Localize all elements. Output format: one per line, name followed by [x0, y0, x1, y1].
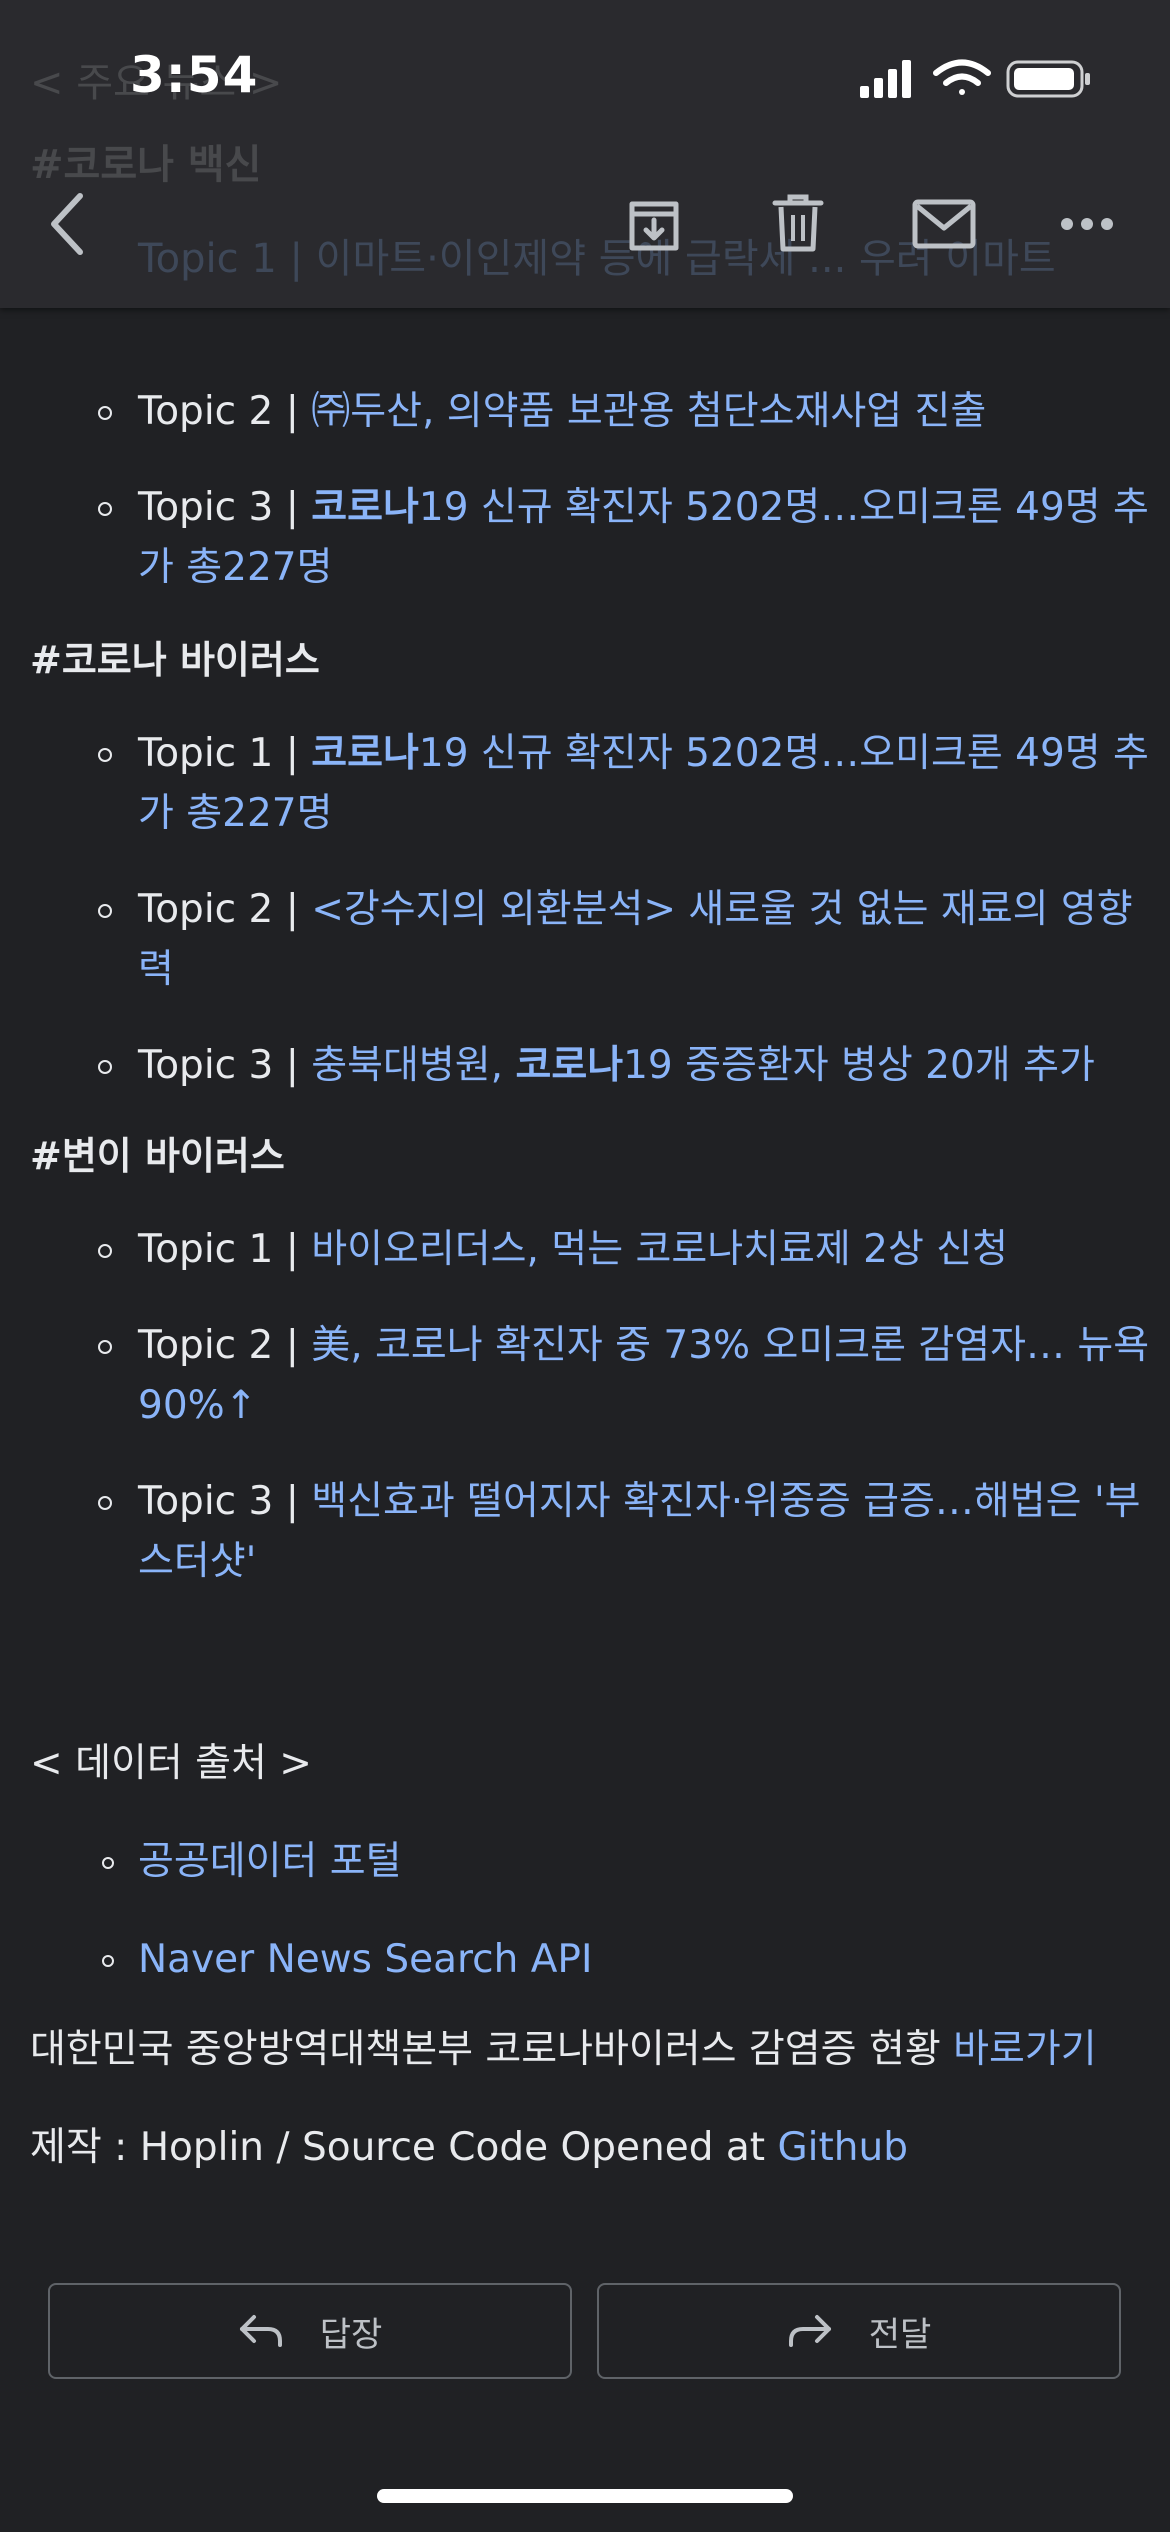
- list-item: Topic 1 | 바이오리더스, 먹는 코로나치료제 2상 신청: [98, 1220, 1162, 1280]
- bullet-icon: [98, 1244, 112, 1258]
- trash-icon: [772, 194, 824, 252]
- naver-api-link[interactable]: Naver News Search API: [138, 1937, 592, 1982]
- news-link[interactable]: ㈜두산, 의약품 보관용 첨단소재사업 진출: [311, 389, 986, 434]
- list-item: Topic 2 | 美, 코로나 확진자 중 73% 오미크론 감염자… 뉴욕 …: [98, 1316, 1162, 1436]
- bullet-icon: [98, 1060, 112, 1074]
- list-item: Naver News Search API: [102, 1930, 1162, 1990]
- list-item: 공공데이터 포털: [102, 1832, 1162, 1892]
- credit-line: 제작 : Hoplin / Source Code Opened at Gith…: [30, 2125, 908, 2170]
- more-button[interactable]: [1054, 200, 1120, 248]
- more-dots-icon: [1061, 218, 1113, 230]
- section-title: #변이 바이러스: [30, 1134, 285, 1178]
- list-item: Topic 2 | <강수지의 외환분석> 새로울 것 없는 재료의 영향력: [98, 880, 1162, 1000]
- list-item: Topic 3 | 백신효과 떨어지자 확진자·위중증 급증…해법은 '부스터샷…: [98, 1472, 1162, 1592]
- bullet-icon: [98, 904, 112, 918]
- home-indicator: [377, 2489, 793, 2503]
- list-item: Topic 3 | 코로나19 신규 확진자 5202명…오미크론 49명 추가…: [98, 478, 1162, 598]
- github-link[interactable]: Github: [777, 2125, 908, 2170]
- data-source-heading: < 데이터 출처 >: [30, 1741, 312, 1786]
- mail-button[interactable]: [904, 190, 984, 258]
- section-title: #코로나 바이러스: [30, 638, 320, 682]
- wifi-icon: [933, 59, 991, 95]
- forward-button[interactable]: 전달: [597, 2283, 1121, 2379]
- status-icons-svg: [860, 59, 1090, 98]
- chevron-left-icon: [51, 193, 83, 255]
- battery-icon: [1006, 60, 1090, 98]
- reply-label: 답장: [319, 2314, 383, 2355]
- top-toolbar: < 주요 뉴스 > #코로나 백신 Topic 1 | 이마트·이인제약 등에 …: [0, 0, 1170, 308]
- email-view: Topic 2 | ㈜두산, 의약품 보관용 첨단소재사업 진출 Topic 3…: [0, 0, 1170, 2532]
- bullet-icon: [102, 1857, 114, 1869]
- bullet-icon: [98, 1340, 112, 1354]
- archive-icon: [629, 201, 679, 251]
- forward-arrow-icon: [788, 2315, 831, 2347]
- bullet-icon: [102, 1955, 114, 1967]
- reply-arrow-icon: [239, 2315, 282, 2347]
- status-icons: [860, 58, 1092, 98]
- list-item: Topic 1 | 코로나19 신규 확진자 5202명…오미크론 49명 추가…: [98, 724, 1162, 844]
- bullet-icon: [98, 406, 112, 420]
- signal-icon: [860, 60, 911, 98]
- public-data-portal-link[interactable]: 공공데이터 포털: [138, 1839, 402, 1884]
- reply-button[interactable]: 답장: [48, 2283, 572, 2379]
- list-item: Topic 3 | 충북대병원, 코로나19 중증환자 병상 20개 추가: [98, 1036, 1162, 1096]
- forward-label: 전달: [868, 2314, 932, 2355]
- back-button[interactable]: [36, 186, 96, 262]
- kdca-line: 대한민국 중앙방역대책본부 코로나바이러스 감염증 현황 바로가기: [30, 2027, 1097, 2072]
- envelope-icon: [912, 199, 976, 249]
- kdca-link[interactable]: 바로가기: [953, 2027, 1097, 2072]
- bullet-icon: [98, 748, 112, 762]
- archive-button[interactable]: [620, 188, 688, 260]
- bullet-icon: [98, 502, 112, 516]
- status-time: 3:54: [130, 46, 259, 104]
- news-link[interactable]: 충북대병원, 코로나19 중증환자 병상 20개 추가: [311, 1043, 1095, 1088]
- ghost-section-title: #코로나 백신: [30, 142, 262, 188]
- bullet-icon: [98, 1496, 112, 1510]
- news-link[interactable]: 바이오리더스, 먹는 코로나치료제 2상 신청: [311, 1227, 1008, 1272]
- list-item: Topic 2 | ㈜두산, 의약품 보관용 첨단소재사업 진출: [98, 382, 1162, 442]
- delete-button[interactable]: [764, 188, 832, 260]
